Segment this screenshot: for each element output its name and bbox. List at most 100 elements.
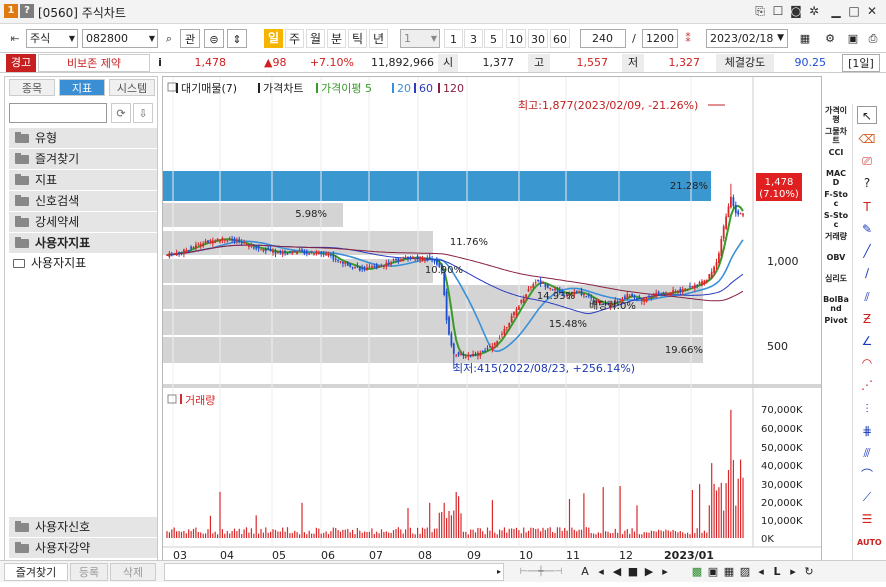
help-icon[interactable]: ? [20, 4, 34, 18]
indicator-shortcut-6[interactable]: 거래량 [823, 232, 849, 241]
save-image-icon[interactable]: ▣ [706, 563, 720, 581]
fibo-icon[interactable]: Ƶ [857, 310, 877, 328]
interval-button-5[interactable]: 5 [484, 29, 503, 48]
close-icon[interactable]: ✕ [864, 3, 880, 19]
hline-icon[interactable]: ☰ [857, 510, 877, 528]
interval-button-30[interactable]: 30 [528, 29, 548, 48]
zigzag-icon[interactable]: ∠ [857, 332, 877, 350]
updown-spin-icon[interactable]: ⇕ [227, 29, 247, 48]
note-icon[interactable]: ☐ [770, 3, 786, 19]
font-a-icon[interactable]: A [578, 563, 592, 581]
table-view-icon[interactable]: ▦ [796, 29, 814, 48]
link-toggle-icon[interactable]: ⊜ [204, 29, 224, 48]
auto-icon[interactable]: AUTO [857, 534, 882, 552]
scroll-right-icon[interactable]: ▸ [494, 563, 504, 581]
refresh-icon[interactable]: ⟳ [111, 103, 131, 123]
pen-icon[interactable]: ✎ [857, 220, 877, 238]
period-tab-1[interactable]: 주 [285, 29, 304, 48]
excel-icon[interactable]: ▩ [690, 563, 704, 581]
panel-tab-1[interactable]: 지표 [59, 79, 105, 96]
indicator-shortcut-4[interactable]: F-Stoc [823, 190, 849, 208]
folder-1[interactable]: 즐겨찾기 [9, 149, 157, 169]
reset-icon[interactable]: ↻ [802, 563, 816, 581]
question-icon[interactable]: ? [857, 174, 877, 192]
stock-code-input[interactable]: 082800 ▼ [82, 29, 158, 48]
indicator-shortcut-1[interactable]: 그물차트 [823, 127, 849, 145]
stock-name[interactable]: 비보존 제약 [38, 54, 150, 72]
prev-stock-icon[interactable]: ⇤ [6, 29, 24, 48]
panel-tab-2[interactable]: 시스템 [109, 79, 155, 96]
folder-2[interactable]: 지표 [9, 170, 157, 190]
folder-0[interactable]: 유형 [9, 128, 157, 148]
folder-5[interactable]: 사용자지표 [9, 233, 157, 253]
step-back-icon[interactable]: ◂ [594, 563, 608, 581]
image-icon[interactable]: ▨ [738, 563, 752, 581]
bottom-tab-0[interactable]: 즐겨찾기 [4, 563, 68, 581]
price-chart[interactable]: 21.28% 5.98% 11.76% 10.90% 14.93% 15.48% 19.66… [163, 77, 821, 579]
total-count-input[interactable]: 1200 [642, 29, 678, 48]
period-tab-5[interactable]: 년 [369, 29, 388, 48]
line-icon[interactable]: ╱ [857, 242, 877, 260]
step-forward-icon[interactable]: ▸ [658, 563, 672, 581]
interval-button-60[interactable]: 60 [550, 29, 570, 48]
period-tag[interactable]: [1일] [842, 54, 880, 72]
gear-icon[interactable]: ✲ [806, 3, 822, 19]
fan-icon[interactable]: ⋰ [857, 376, 877, 394]
indicator-search-input[interactable] [9, 103, 107, 123]
bottom-tab-2[interactable]: 삭제 [110, 563, 156, 581]
gann-icon[interactable]: ◠ [857, 354, 877, 372]
watch-button[interactable]: 관 [180, 29, 200, 48]
period-tab-4[interactable]: 틱 [348, 29, 367, 48]
indicator-shortcut-7[interactable]: OBV [823, 253, 849, 262]
cycle-icon[interactable]: ⫶ [857, 400, 877, 418]
bottom-tab-1[interactable]: 등록 [70, 563, 108, 581]
date-input[interactable]: 2023/02/18 ▼ [706, 29, 788, 48]
bottom-folder-0[interactable]: 사용자신호 [9, 517, 157, 537]
speed-line-icon[interactable]: ⟋ [857, 488, 877, 506]
last-icon[interactable]: L [770, 563, 784, 581]
folder-3[interactable]: 신호검색 [9, 191, 157, 211]
period-tab-2[interactable]: 월 [306, 29, 325, 48]
left-arrow-icon[interactable]: ◂ [754, 563, 768, 581]
text-tool-icon[interactable]: T [857, 198, 877, 216]
indicator-shortcut-2[interactable]: CCI [823, 148, 849, 157]
chart-scrollbar[interactable] [164, 563, 504, 581]
save-icon[interactable]: ▣ [844, 29, 862, 48]
user-indicator-item[interactable]: 사용자지표 [13, 255, 86, 271]
parallel-icon[interactable]: ⫻ [857, 444, 877, 462]
chart-area[interactable]: 21.28% 5.98% 11.76% 10.90% 14.93% 15.48% 19.66… [162, 76, 822, 580]
indicator-shortcut-8[interactable]: 심리도 [823, 274, 849, 283]
arc-icon[interactable]: ⌒ [857, 466, 877, 484]
bottom-folder-1[interactable]: 사용자강약 [9, 538, 157, 558]
channel-icon[interactable]: ⫽ [857, 288, 877, 306]
count-adjust-icon[interactable]: ⁑ [680, 29, 696, 48]
count-input[interactable]: 240 [580, 29, 626, 48]
ray-icon[interactable]: ∕ [857, 264, 877, 282]
minimize-icon[interactable]: ▁ [828, 3, 844, 19]
market-select[interactable]: 주식 ▼ [26, 29, 78, 48]
rewind-icon[interactable]: ◀ [610, 563, 624, 581]
indicator-shortcut-9[interactable]: BolBand [823, 295, 849, 313]
folder-4[interactable]: 강세약세 [9, 212, 157, 232]
grid-icon[interactable]: ▦ [722, 563, 736, 581]
right-arrow-icon[interactable]: ▸ [786, 563, 800, 581]
info-icon[interactable]: i [154, 54, 166, 72]
period-tab-0[interactable]: 일 [264, 29, 283, 48]
window-number-icon[interactable]: 1 [4, 4, 18, 18]
stop-icon[interactable]: ■ [626, 563, 640, 581]
indicator-shortcut-5[interactable]: S-Stoc [823, 211, 849, 229]
interval-button-10[interactable]: 10 [506, 29, 526, 48]
search-icon[interactable]: ⌕ [160, 29, 178, 48]
maximize-icon[interactable]: □ [846, 3, 862, 19]
indicator-shortcut-3[interactable]: MACD [823, 169, 849, 187]
interval-button-1[interactable]: 1 [444, 29, 463, 48]
panel-tab-0[interactable]: 종목 [9, 79, 55, 96]
zoom-slider[interactable]: ⊢──┿──⊣ [508, 563, 574, 581]
indicator-shortcut-0[interactable]: 가격이평 [823, 106, 849, 124]
download-icon[interactable]: ⇩ [133, 103, 153, 123]
print-icon[interactable]: ⎙ [864, 29, 882, 48]
settings-icon[interactable]: ⚙ [820, 29, 840, 48]
play-icon[interactable]: ▶ [642, 563, 656, 581]
interval-button-3[interactable]: 3 [464, 29, 483, 48]
camera-icon[interactable]: ◙ [788, 3, 804, 19]
